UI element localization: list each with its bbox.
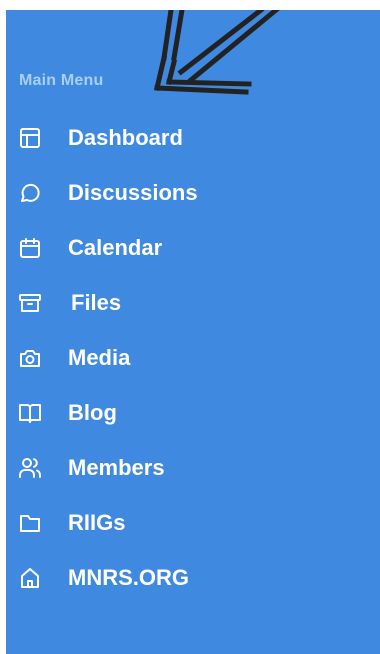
sidebar-item-label: MNRS.ORG [68,565,189,590]
layout-icon [18,126,42,150]
sidebar-item-label: Files [71,290,122,315]
annotation-arrow-icon [153,10,280,95]
home-icon [18,566,42,590]
calendar-icon [18,236,42,260]
chat-bubble-icon [18,181,42,205]
sidebar-item-riigs[interactable]: RIIGs [6,495,380,550]
sidebar-item-discussions[interactable]: Discussions [6,165,380,220]
sidebar-item-label: Blog [68,400,117,425]
camera-icon [18,346,42,370]
sidebar-item-media[interactable]: Media [6,330,380,385]
open-book-icon [18,401,42,425]
archive-box-icon [18,291,42,315]
sidebar-item-label: Media [68,345,131,370]
sidebar-item-mnrs-org[interactable]: MNRS.ORG [6,550,380,605]
main-menu-list: Dashboard Discussions Calendar Files Med… [6,110,380,605]
sidebar-item-label: RIIGs [68,510,126,535]
sidebar-item-label: Discussions [68,180,198,205]
sidebar-item-dashboard[interactable]: Dashboard [6,110,380,165]
page-background [0,0,6,10]
users-icon [18,456,42,480]
folder-icon [18,511,42,535]
sidebar-item-label: Calendar [68,235,163,260]
sidebar-item-calendar[interactable]: Calendar [6,220,380,275]
sidebar-item-files[interactable]: Files [6,275,380,330]
sidebar-item-label: Members [68,455,165,480]
sidebar-item-blog[interactable]: Blog [6,385,380,440]
sidebar-item-members[interactable]: Members [6,440,380,495]
sidebar-item-label: Dashboard [68,125,183,150]
main-menu-heading: Main Menu [19,72,104,89]
sidebar: Main Menu Dashboard Discussions Calendar… [6,10,380,654]
